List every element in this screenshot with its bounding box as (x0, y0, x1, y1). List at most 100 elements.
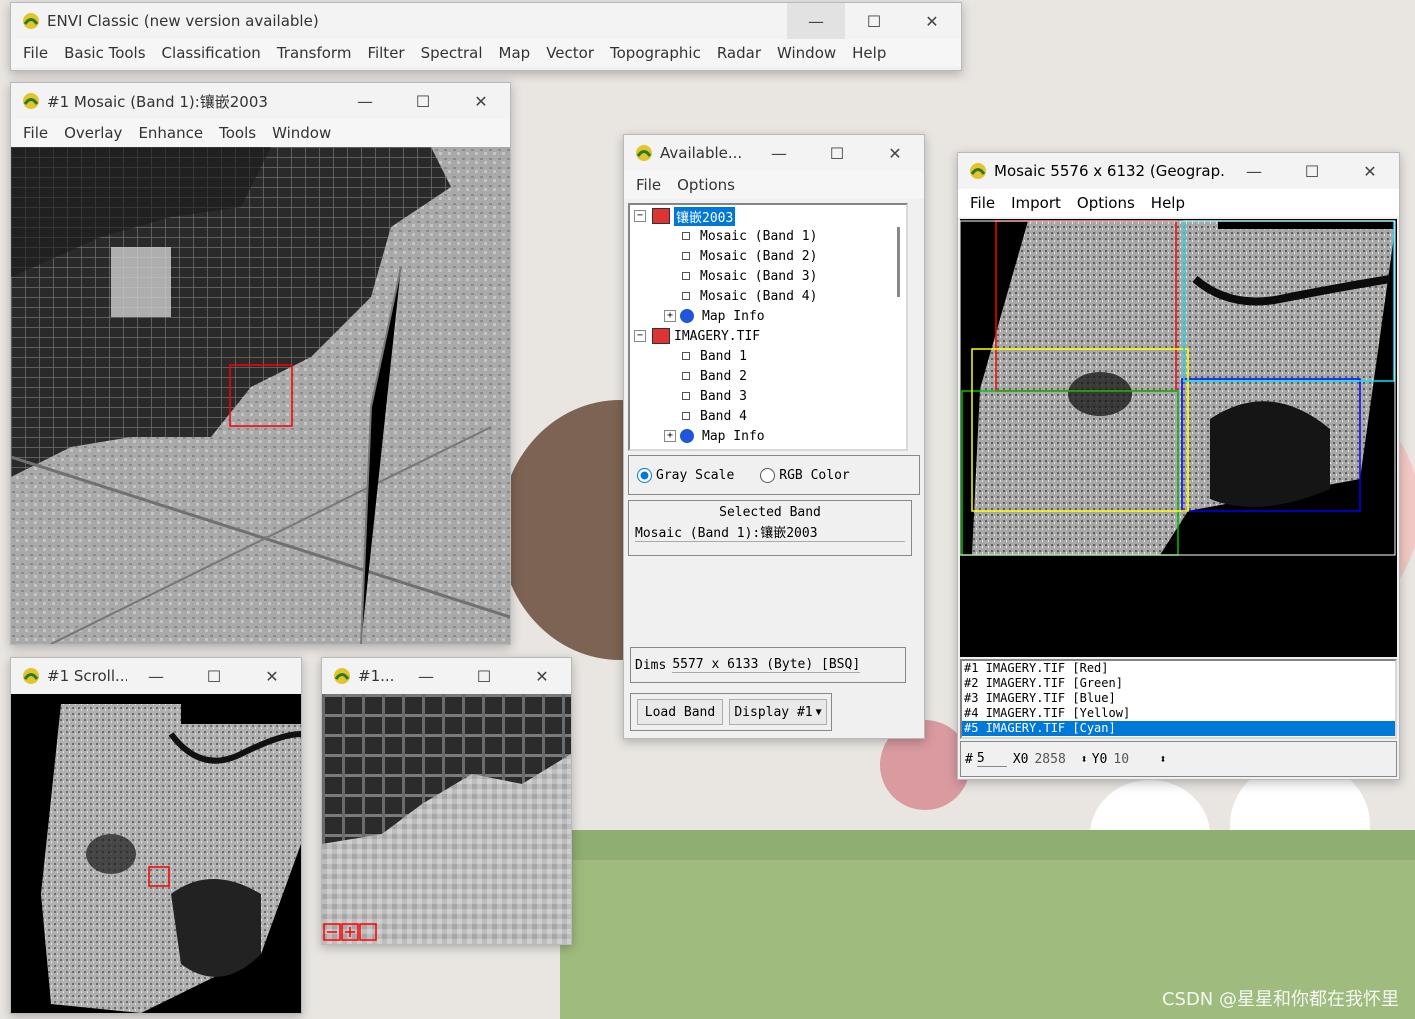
mosaic-canvas[interactable] (960, 219, 1397, 657)
tree-scrollbar[interactable] (897, 227, 900, 297)
menu-help[interactable]: Help (852, 44, 886, 62)
y0-spinner-icon[interactable]: ⬍ (1159, 752, 1166, 766)
expand-icon[interactable]: + (664, 310, 676, 322)
zoom-window-titlebar[interactable]: #1... — ☐ ✕ (322, 658, 571, 694)
tree-item-map-info[interactable]: + Map Info (664, 426, 765, 446)
tree-item-band[interactable]: Band 1 (682, 346, 747, 366)
menu-import[interactable]: Import (1011, 194, 1061, 212)
close-button[interactable]: ✕ (903, 3, 961, 39)
minimize-button[interactable]: — (750, 135, 808, 171)
stack-icon (652, 208, 670, 224)
maximize-button[interactable]: ☐ (845, 3, 903, 39)
tree-item-label: Map Info (702, 428, 765, 444)
zoom-image-display[interactable] (322, 694, 571, 944)
layer-list[interactable]: #1 IMAGERY.TIF [Red] #2 IMAGERY.TIF [Gre… (960, 659, 1397, 739)
mosaic-tool-titlebar[interactable]: Mosaic 5576 x 6132 (Geograp... — ☐ ✕ (958, 153, 1399, 189)
menu-classification[interactable]: Classification (162, 44, 261, 62)
tree-item-band[interactable]: Mosaic (Band 4) (682, 286, 817, 306)
menu-basic-tools[interactable]: Basic Tools (64, 44, 145, 62)
collapse-icon[interactable]: − (634, 330, 646, 342)
expand-icon[interactable]: + (664, 430, 676, 442)
tree-item-band[interactable]: Band 4 (682, 406, 747, 426)
menu-file[interactable]: File (636, 176, 661, 194)
menu-file[interactable]: File (23, 124, 48, 142)
menu-enhance[interactable]: Enhance (138, 124, 203, 142)
minimize-button[interactable]: — (787, 3, 845, 39)
menu-window[interactable]: Window (272, 124, 331, 142)
scroll-image-display[interactable] (11, 694, 301, 1013)
image-display[interactable] (11, 147, 510, 644)
menu-file[interactable]: File (970, 194, 995, 212)
scroll-window-title: #1 Scroll... (47, 667, 127, 685)
tree-item-band[interactable]: Band 2 (682, 366, 747, 386)
minimize-button[interactable]: — (336, 83, 394, 119)
minimize-button[interactable]: — (1225, 153, 1283, 189)
menu-help[interactable]: Help (1151, 194, 1185, 212)
menu-map[interactable]: Map (499, 44, 531, 62)
selected-band-heading: Selected Band (719, 505, 821, 520)
menu-topographic[interactable]: Topographic (610, 44, 701, 62)
tree-node-mosaic[interactable]: − 镶嵌2003 (634, 206, 736, 226)
layer-item[interactable]: #3 IMAGERY.TIF [Blue] (962, 691, 1395, 706)
menu-window[interactable]: Window (777, 44, 836, 62)
x0-spinner-icon[interactable]: ⬍ (1080, 752, 1087, 766)
tree-item-band[interactable]: Mosaic (Band 2) (682, 246, 817, 266)
close-button[interactable]: ✕ (243, 658, 301, 694)
maximize-button[interactable]: ☐ (808, 135, 866, 171)
y0-field[interactable]: 10 (1113, 752, 1159, 767)
layer-item[interactable]: #1 IMAGERY.TIF [Red] (962, 661, 1395, 676)
menu-radar[interactable]: Radar (717, 44, 761, 62)
menu-filter[interactable]: Filter (367, 44, 404, 62)
available-bands-window: Available... — ☐ ✕ File Options − 镶嵌2003… (623, 134, 925, 739)
tree-item-label: Mosaic (Band 2) (700, 248, 818, 264)
tree-item-band[interactable]: Band 3 (682, 386, 747, 406)
maximize-button[interactable]: ☐ (1283, 153, 1341, 189)
x0-field[interactable]: 2858 (1034, 752, 1080, 767)
menu-options[interactable]: Options (1077, 194, 1135, 212)
color-mode-group: Gray Scale RGB Color (628, 455, 920, 495)
envi-app-icon (334, 668, 350, 684)
layer-item-selected[interactable]: #5 IMAGERY.TIF [Cyan] (962, 721, 1395, 736)
minimize-button[interactable]: — (127, 658, 185, 694)
tree-item-label: Mosaic (Band 1) (700, 228, 818, 244)
menu-tools[interactable]: Tools (219, 124, 256, 142)
load-band-button[interactable]: Load Band (637, 699, 723, 725)
menu-transform[interactable]: Transform (277, 44, 352, 62)
envi-main-titlebar[interactable]: ENVI Classic (new version available) — ☐… (11, 3, 961, 39)
close-button[interactable]: ✕ (866, 135, 924, 171)
rgb-color-radio[interactable] (760, 467, 776, 483)
close-button[interactable]: ✕ (1341, 153, 1399, 189)
tree-item-band[interactable]: Mosaic (Band 3) (682, 266, 817, 286)
display-dropdown[interactable]: Display #1 ▼ (729, 699, 827, 725)
tree-item-label: Band 3 (700, 388, 747, 404)
display-dropdown-label: Display #1 (734, 704, 813, 720)
available-bands-titlebar[interactable]: Available... — ☐ ✕ (624, 135, 924, 171)
layer-number-field[interactable]: 5 (976, 751, 1007, 767)
scroll-window-titlebar[interactable]: #1 Scroll... — ☐ ✕ (11, 658, 301, 694)
menu-file[interactable]: File (23, 44, 48, 62)
menu-vector[interactable]: Vector (546, 44, 594, 62)
layer-item[interactable]: #4 IMAGERY.TIF [Yellow] (962, 706, 1395, 721)
close-button[interactable]: ✕ (513, 658, 571, 694)
tree-node-imagery[interactable]: − IMAGERY.TIF (634, 326, 760, 346)
maximize-button[interactable]: ☐ (394, 83, 452, 119)
image-window-titlebar[interactable]: #1 Mosaic (Band 1):镶嵌2003 — ☐ ✕ (11, 83, 510, 119)
collapse-icon[interactable]: − (634, 210, 646, 222)
menu-options[interactable]: Options (677, 176, 735, 194)
maximize-button[interactable]: ☐ (185, 658, 243, 694)
envi-app-icon (23, 668, 39, 684)
menu-overlay[interactable]: Overlay (64, 124, 122, 142)
globe-icon (680, 309, 694, 323)
mosaic-tool-title: Mosaic 5576 x 6132 (Geograp... (994, 162, 1225, 180)
maximize-button[interactable]: ☐ (455, 658, 513, 694)
tree-item-band[interactable]: Mosaic (Band 1) (682, 226, 817, 246)
tree-item-map-info[interactable]: + Map Info (664, 306, 765, 326)
minimize-button[interactable]: — (397, 658, 455, 694)
close-button[interactable]: ✕ (452, 83, 510, 119)
menu-spectral[interactable]: Spectral (421, 44, 483, 62)
gray-scale-radio[interactable] (637, 467, 652, 483)
band-tree[interactable]: − 镶嵌2003 Mosaic (Band 1) Mosaic (Band 2)… (628, 203, 908, 451)
layer-item[interactable]: #2 IMAGERY.TIF [Green] (962, 676, 1395, 691)
stack-icon (652, 328, 670, 344)
tree-item-label: Band 2 (700, 368, 747, 384)
